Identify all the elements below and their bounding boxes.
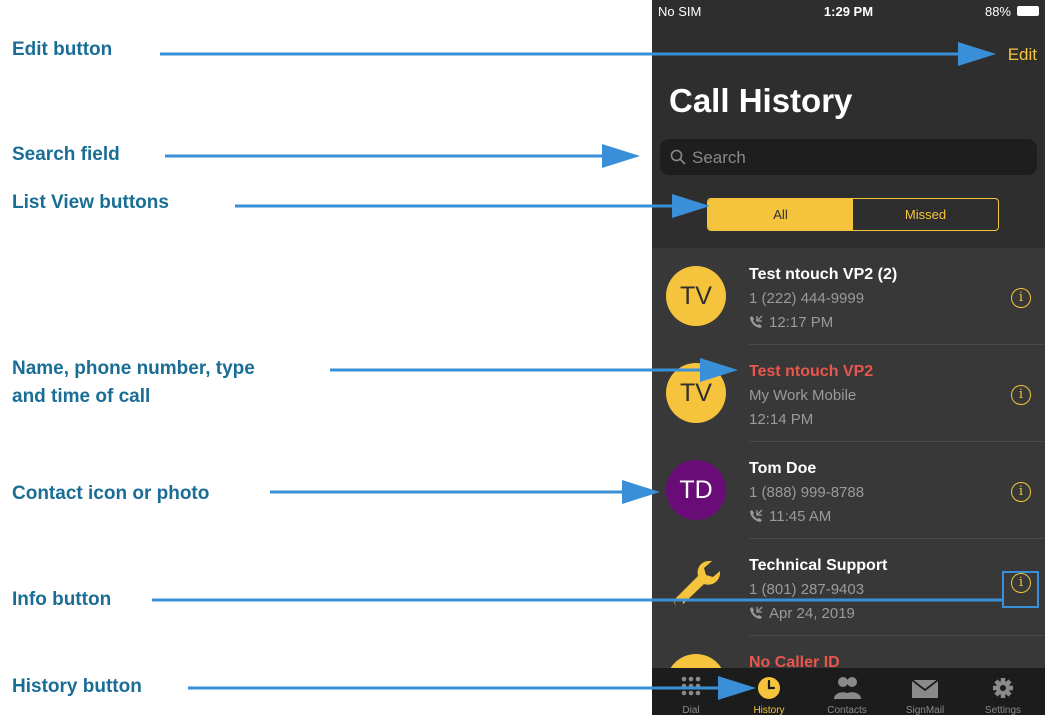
clock-icon bbox=[758, 677, 780, 699]
call-time: 12:17 PM bbox=[769, 314, 834, 331]
callout-history-button: History button bbox=[12, 676, 142, 697]
call-time: Apr 24, 2019 bbox=[769, 605, 855, 622]
contact-name: Technical Support bbox=[749, 557, 888, 574]
callout-name-line1: Name, phone number, type bbox=[12, 358, 255, 379]
call-time-row: Apr 24, 2019 bbox=[749, 605, 855, 622]
segment-missed[interactable]: Missed bbox=[853, 199, 998, 230]
call-time: 12:14 PM bbox=[749, 411, 814, 428]
avatar bbox=[666, 654, 726, 668]
dialpad-icon bbox=[681, 676, 701, 696]
tab-settings[interactable]: Settings bbox=[964, 668, 1042, 715]
phone-call-icon bbox=[750, 509, 763, 522]
tab-label: Contacts bbox=[827, 705, 867, 715]
contact-name: Tom Doe bbox=[749, 460, 817, 477]
phone-screen: No SIM 1:29 PM 88% Edit Call History All… bbox=[652, 0, 1045, 715]
battery-percent: 88% bbox=[984, 4, 1011, 19]
callout-info-button: Info button bbox=[12, 589, 112, 610]
call-time-row: 12:17 PM bbox=[749, 314, 833, 331]
contact-number: My Work Mobile bbox=[749, 387, 857, 404]
tab-dial[interactable]: Dial bbox=[652, 668, 730, 715]
tab-label: Dial bbox=[682, 705, 700, 715]
page-title: Call History bbox=[669, 82, 853, 119]
tab-bar: Dial History Contacts SignMail Settings bbox=[652, 668, 1045, 715]
info-button[interactable]: i bbox=[1011, 385, 1031, 405]
list-view-segmented-control: All Missed bbox=[707, 198, 999, 231]
phone-call-icon bbox=[750, 315, 763, 328]
callout-edit-button: Edit button bbox=[12, 39, 113, 60]
list-item[interactable]: TV Test ntouch VP2 My Work Mobile 12:14 … bbox=[652, 345, 1045, 442]
list-item[interactable]: TD Tom Doe 1 (888) 999-8788 11:45 AM i bbox=[652, 442, 1045, 539]
avatar: TV bbox=[666, 266, 726, 326]
callout-contact-icon: Contact icon or photo bbox=[12, 483, 210, 504]
phone-call-icon bbox=[750, 606, 763, 619]
search-input[interactable] bbox=[690, 139, 1029, 177]
info-button-highlight bbox=[1002, 571, 1039, 608]
call-history-list[interactable]: TV Test ntouch VP2 (2) 1 (222) 444-9999 … bbox=[652, 248, 1045, 668]
contact-number: 1 (888) 999-8788 bbox=[749, 484, 865, 501]
battery-icon bbox=[1017, 6, 1039, 16]
contact-name: Test ntouch VP2 bbox=[749, 363, 874, 380]
list-item[interactable]: TV Test ntouch VP2 (2) 1 (222) 444-9999 … bbox=[652, 248, 1045, 345]
arrowhead-search bbox=[602, 144, 640, 168]
tab-history[interactable]: History bbox=[730, 668, 808, 715]
callout-name-line2: and time of call bbox=[12, 386, 151, 407]
tab-label: History bbox=[753, 705, 785, 715]
tab-label: SignMail bbox=[905, 705, 945, 715]
wrench-icon bbox=[674, 560, 721, 607]
callout-search-field: Search field bbox=[12, 144, 120, 165]
contact-name: No Caller ID bbox=[749, 654, 840, 668]
tab-signmail[interactable]: SignMail bbox=[886, 668, 964, 715]
contact-number: 1 (222) 444-9999 bbox=[749, 290, 865, 307]
tab-contacts[interactable]: Contacts bbox=[808, 668, 886, 715]
avatar: TV bbox=[666, 363, 726, 423]
tab-label: Settings bbox=[984, 705, 1022, 715]
edit-button[interactable]: Edit bbox=[1008, 45, 1037, 65]
status-bar: No SIM 1:29 PM 88% bbox=[652, 0, 1045, 22]
contact-number: 1 (801) 287-9403 bbox=[749, 581, 865, 598]
search-field[interactable] bbox=[660, 139, 1037, 177]
contacts-icon bbox=[834, 677, 861, 699]
gear-icon bbox=[993, 678, 1013, 698]
info-button[interactable]: i bbox=[1011, 288, 1031, 308]
segment-all[interactable]: All bbox=[708, 199, 853, 230]
callout-list-view-buttons: List View buttons bbox=[12, 192, 169, 213]
call-time-row: 11:45 AM bbox=[749, 508, 831, 525]
search-icon bbox=[670, 149, 686, 165]
envelope-icon bbox=[911, 679, 939, 698]
info-button[interactable]: i bbox=[1011, 482, 1031, 502]
list-item[interactable]: No Caller ID bbox=[652, 636, 1045, 668]
avatar: TD bbox=[666, 460, 726, 520]
call-time: 11:45 AM bbox=[769, 508, 832, 525]
list-item[interactable]: Technical Support 1 (801) 287-9403 Apr 2… bbox=[652, 539, 1045, 636]
contact-name: Test ntouch VP2 (2) bbox=[749, 266, 898, 283]
